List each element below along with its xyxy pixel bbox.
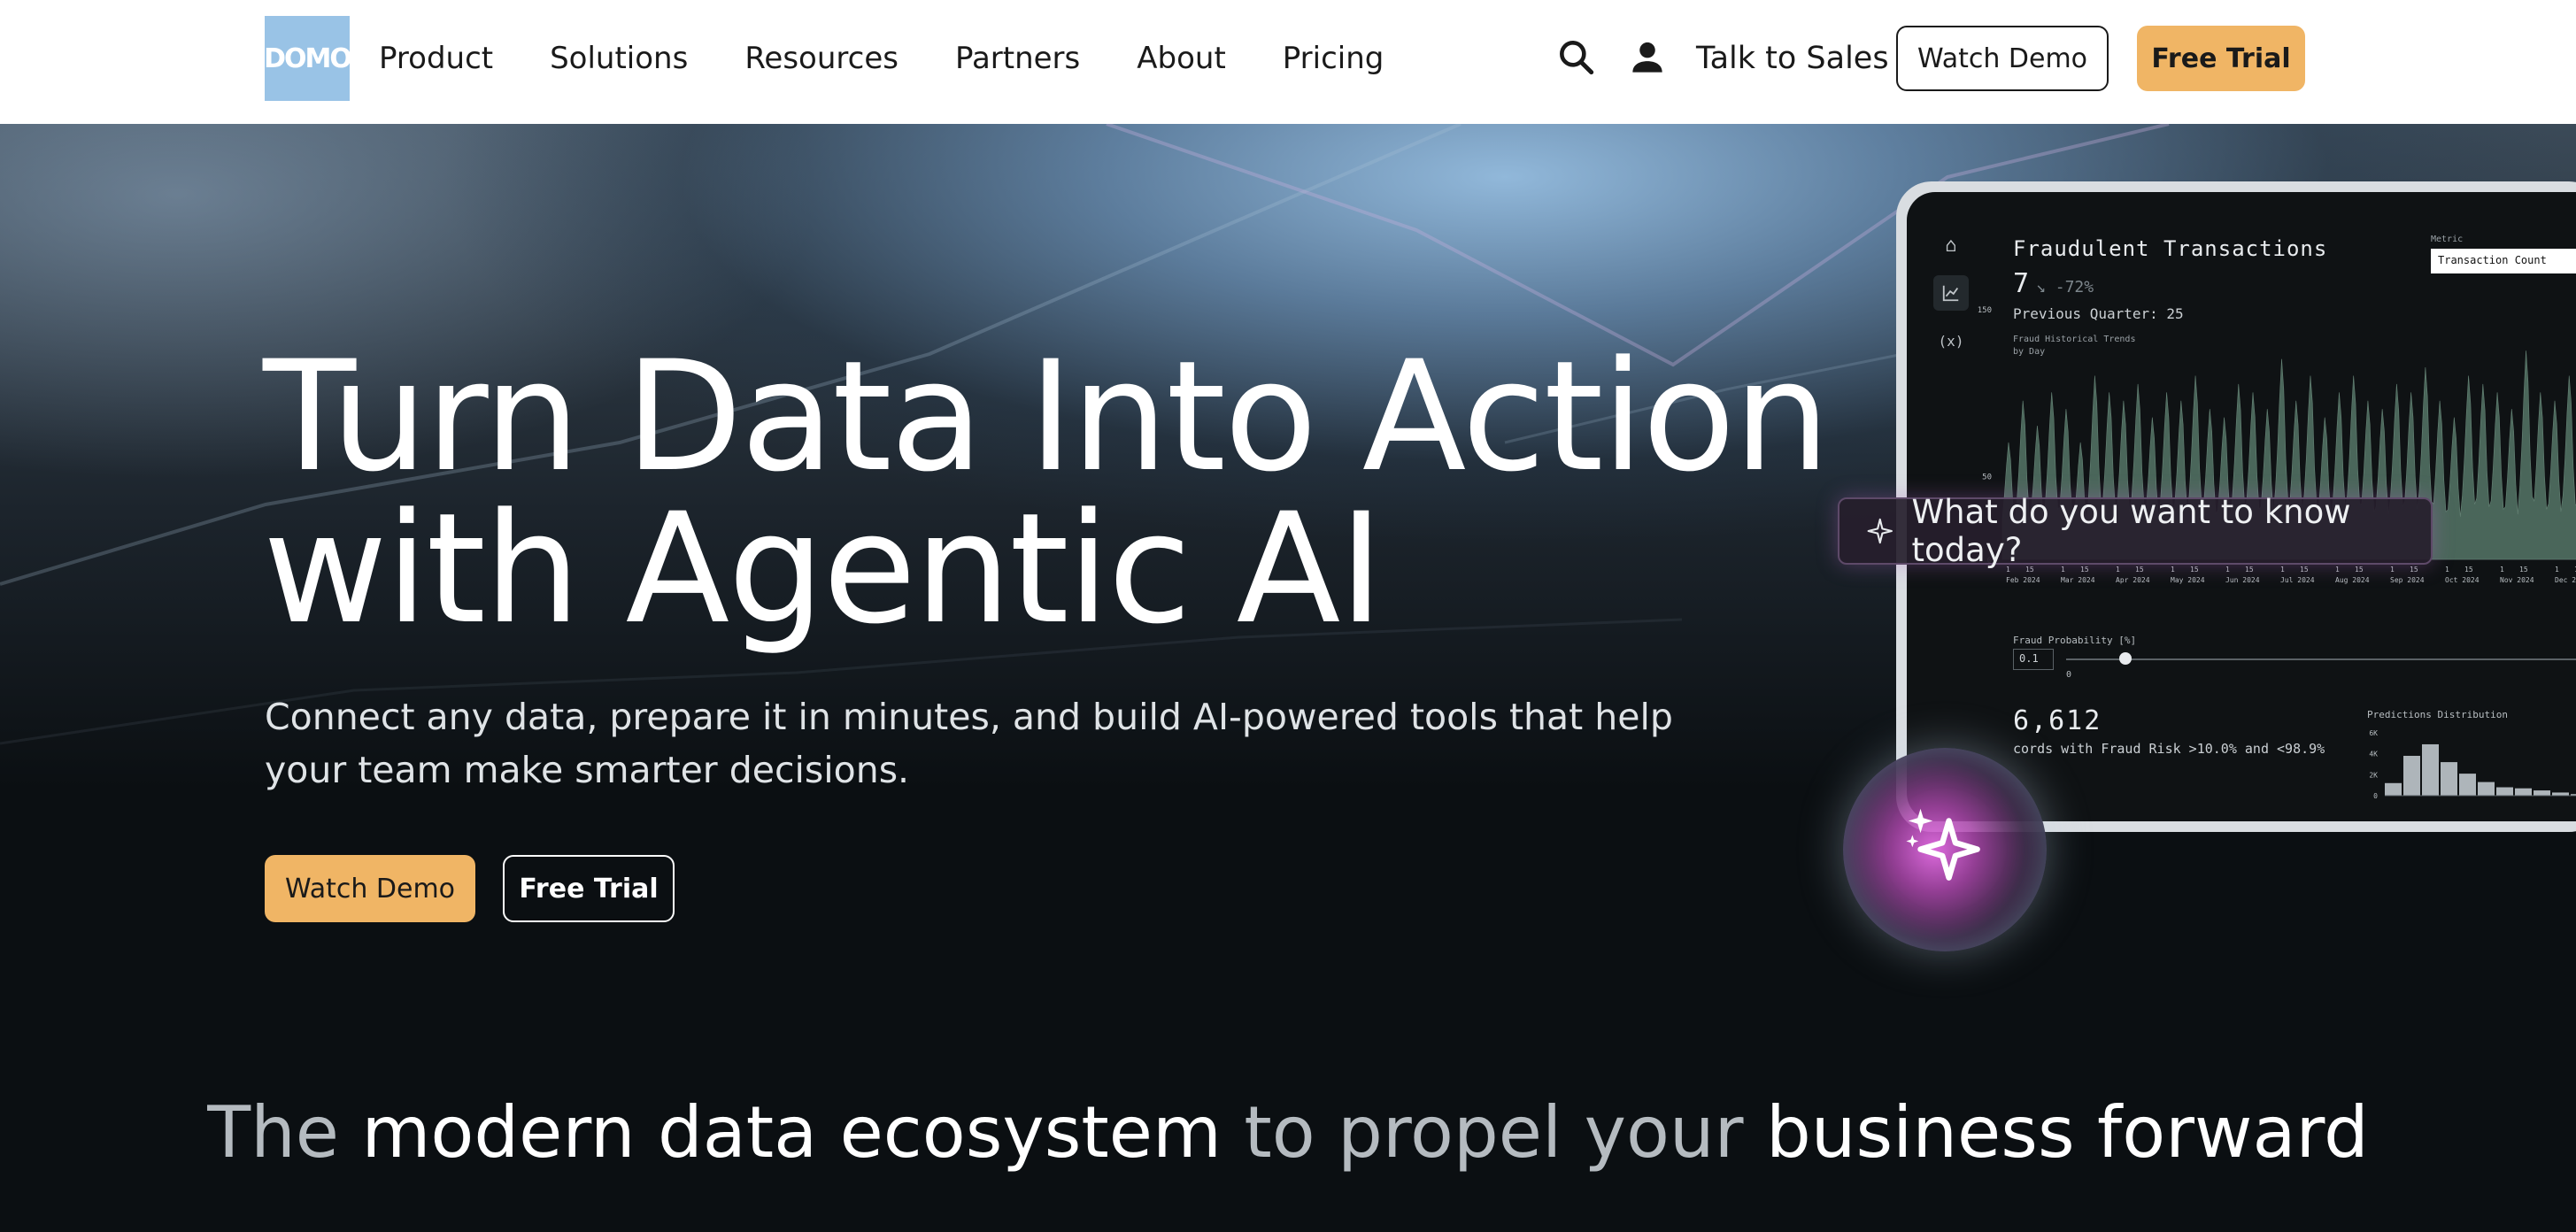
nav-solutions[interactable]: Solutions (550, 35, 688, 81)
dist-bar (2515, 788, 2532, 796)
nav-links: Product Solutions Resources Partners Abo… (379, 35, 1440, 81)
tagline-part3: to propel your (1244, 1091, 1744, 1174)
dist-bar (2496, 787, 2513, 796)
nav-watch-demo-button[interactable]: Watch Demo (1896, 26, 2109, 91)
dist-bar (2422, 743, 2439, 796)
user-icon[interactable] (1625, 35, 1670, 80)
tagline-part1: The (207, 1091, 340, 1174)
ai-query-prompt: What do you want to know today? (1911, 493, 2351, 569)
nav-partners[interactable]: Partners (955, 35, 1080, 81)
sparkle-icon (1867, 518, 1893, 544)
top-nav: DOMO Product Solutions Resources Partner… (0, 0, 2576, 124)
nav-about[interactable]: About (1137, 35, 1226, 81)
search-icon[interactable] (1554, 35, 1599, 80)
domo-logo[interactable]: DOMO (264, 16, 352, 101)
dist-bar (2534, 790, 2550, 796)
dist-y-tick-label: 6K (2369, 729, 2378, 737)
logo-text: DOMO (264, 42, 352, 74)
dist-y-tick-label: 2K (2369, 771, 2378, 779)
hero-subtitle: Connect any data, prepare it in minutes,… (265, 696, 1673, 791)
talk-to-sales-link[interactable]: Talk to Sales (1696, 35, 1889, 81)
dist-bar (2441, 762, 2457, 796)
hero-title-line2: with Agentic AI (263, 480, 1384, 658)
dist-bar (2552, 792, 2569, 796)
tagline-part4: business forward (1765, 1091, 2369, 1174)
dist-bar (2385, 782, 2402, 796)
hero-watch-demo-button[interactable]: Watch Demo (265, 855, 475, 922)
tagline-part2: modern data ecosystem (361, 1091, 1222, 1174)
ai-assistant-orb[interactable] (1843, 748, 2047, 951)
ai-sparkle-icon (1906, 808, 1980, 881)
hero-title: Turn Data Into Action with Agentic AI (263, 327, 1830, 658)
hero-title-line1: Turn Data Into Action (263, 327, 1830, 505)
nav-product[interactable]: Product (379, 35, 493, 81)
dist-y-tick-label: 4K (2369, 751, 2378, 758)
nav-resources[interactable]: Resources (744, 35, 899, 81)
ai-query-box[interactable]: What do you want to know today? (1838, 493, 2433, 569)
dist-bar (2403, 755, 2420, 796)
dist-bar (2478, 782, 2495, 796)
hero-free-trial-button[interactable]: Free Trial (503, 855, 675, 922)
nav-free-trial-button[interactable]: Free Trial (2137, 26, 2305, 91)
dist-y-tick-label: 0 (2373, 792, 2378, 800)
dist-bar (2459, 774, 2476, 796)
nav-pricing[interactable]: Pricing (1283, 35, 1384, 81)
tagline: The modern data ecosystem to propel your… (0, 1089, 2576, 1177)
